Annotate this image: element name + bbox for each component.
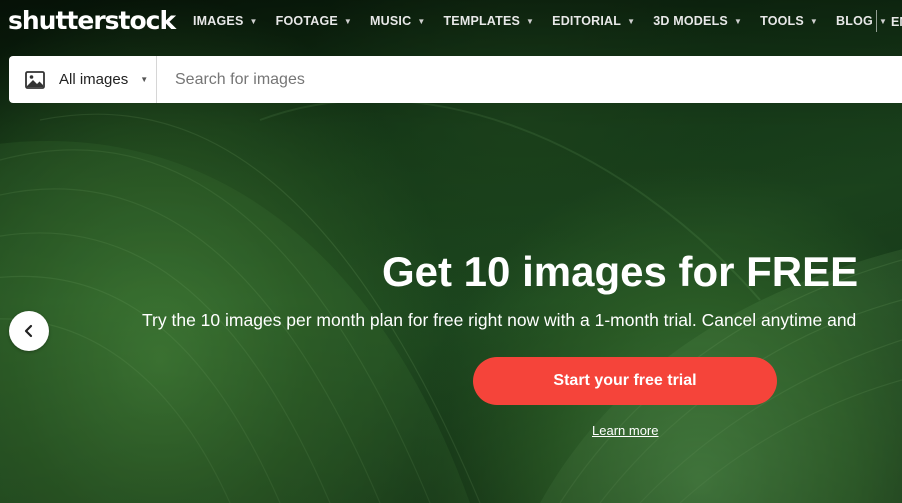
media-type-label: All images [59,71,129,88]
page: shutterstock IMAGES ▼ FOOTAGE ▼ MUSIC ▼ TEM… [0,0,902,503]
nav-item-images[interactable]: IMAGES ▼ [193,14,258,28]
top-navigation: shutterstock IMAGES ▼ FOOTAGE ▼ MUSIC ▼ TEM… [0,0,902,44]
nav-item-footage[interactable]: FOOTAGE ▼ [276,14,352,28]
nav-item-label: TEMPLATES [443,14,521,28]
chevron-left-icon [24,324,33,338]
nav-item-label: FOOTAGE [275,14,338,28]
search-input[interactable] [173,63,777,96]
carousel-prev-button[interactable] [9,311,49,351]
nav-item-label: TOOLS [760,14,804,28]
hero-subtitle: Try the 10 images per month plan for fre… [142,310,857,330]
language-selector[interactable]: EN [891,15,902,29]
caret-down-icon: ▼ [140,75,149,84]
chevron-down-icon: ▼ [809,16,819,26]
nav-item-label: IMAGES [193,14,244,28]
media-type-select[interactable]: All images ▼ [9,56,157,103]
search-bar: All images ▼ [9,56,902,103]
shutterstock-logo[interactable]: shutterstock [8,5,176,37]
chevron-down-icon: ▼ [733,16,743,26]
image-icon [25,70,45,89]
nav-item-3d-models[interactable]: 3D MODELS ▼ [653,14,742,28]
chevron-down-icon: ▼ [417,16,426,26]
nav-item-templates[interactable]: TEMPLATES ▼ [443,14,534,28]
nav-menu: IMAGES ▼ FOOTAGE ▼ MUSIC ▼ TEMPLATES ▼ EDITO… [193,14,887,28]
nav-item-label: MUSIC [370,14,412,28]
chevron-down-icon: ▼ [249,16,258,26]
nav-item-label: EDITORIAL [552,14,622,28]
nav-item-music[interactable]: MUSIC ▼ [370,14,425,28]
learn-more-link[interactable]: Learn more [592,423,658,438]
start-free-trial-button[interactable]: Start your free trial [473,357,777,405]
chevron-down-icon: ▼ [627,16,636,26]
chevron-down-icon: ▼ [526,16,535,26]
nav-item-tools[interactable]: TOOLS ▼ [760,14,818,28]
hero-title: Get 10 images for FREE [382,248,859,295]
chevron-down-icon: ▼ [878,16,888,26]
nav-item-editorial[interactable]: EDITORIAL ▼ [552,14,635,28]
nav-item-label: BLOG [836,14,873,28]
nav-item-label: 3D MODELS [653,14,728,28]
nav-divider [876,10,877,32]
nav-item-blog[interactable]: BLOG ▼ [836,14,887,28]
chevron-down-icon: ▼ [343,16,353,26]
